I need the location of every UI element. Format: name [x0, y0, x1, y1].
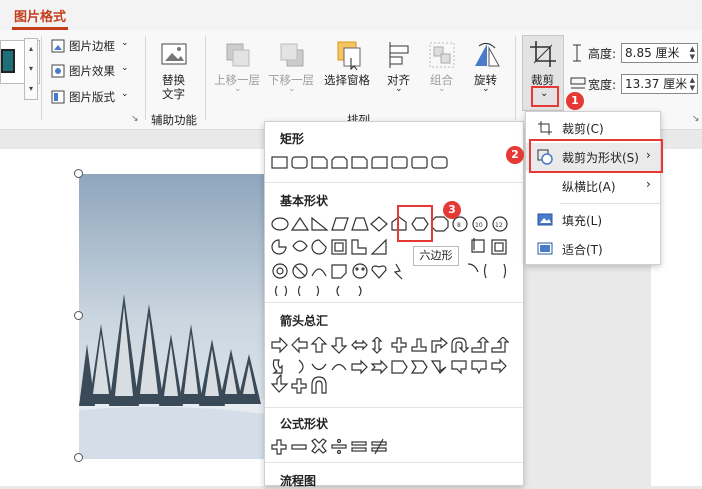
basic-shapes-grid[interactable]: 8 10 12 — [271, 216, 516, 296]
align-icon — [389, 42, 409, 68]
menu-item-fit[interactable]: 适合(T) — [526, 235, 660, 263]
group-separator — [515, 36, 516, 120]
selection-pane-label: 选择窗格 — [324, 73, 370, 87]
accessibility-group-label: 辅助功能 — [151, 113, 197, 127]
selected-picture[interactable] — [79, 174, 265, 459]
group-separator — [205, 36, 206, 120]
step-badge-2: 2 — [506, 146, 524, 164]
crop-dropdown-menu: 裁剪(C) 裁剪为形状(S) › 纵横比(A) › 填充(L) 适合(T) — [525, 111, 661, 265]
section-separator — [265, 182, 523, 183]
crop-icon — [530, 41, 556, 67]
fill-icon — [537, 213, 553, 226]
picture-effects-icon — [51, 64, 65, 78]
group-button[interactable]: 组合 ⌄ — [424, 38, 460, 104]
selection-pane-button[interactable]: 选择窗格 — [322, 38, 376, 104]
chevron-down-icon: ⌄ — [438, 84, 446, 94]
picture-layout-label: 图片版式 — [69, 90, 115, 104]
rotate-icon — [475, 42, 500, 67]
dialog-launcher-icon[interactable]: ↘ — [131, 114, 139, 124]
alt-text-label-line2: 文字 — [162, 87, 185, 101]
crop-to-shape-highlight — [529, 139, 663, 173]
section-rectangles: 矩形 — [280, 132, 305, 146]
chevron-down-icon: ⌄ — [482, 84, 490, 94]
group-icon — [429, 42, 455, 68]
ribbon-tab-bar: 图片格式 — [0, 0, 702, 30]
picture-border-icon — [51, 39, 65, 53]
section-block-arrows: 箭头总汇 — [280, 314, 329, 328]
svg-text:12: 12 — [495, 222, 503, 229]
section-separator — [265, 302, 523, 303]
dialog-launcher-icon[interactable]: ↘ — [692, 114, 700, 124]
section-equation-shapes: 公式形状 — [280, 417, 329, 431]
alt-text-button[interactable]: 替换 文字 — [155, 38, 195, 104]
bring-forward-button[interactable]: 上移一层 ⌄ — [212, 38, 264, 104]
resize-handle[interactable] — [74, 311, 83, 320]
svg-text:8: 8 — [457, 222, 461, 229]
snow-forest-image — [79, 174, 265, 459]
hexagon-shape-highlight[interactable] — [397, 205, 433, 242]
chevron-down-icon: ⌄ — [121, 38, 129, 48]
canvas-gap — [0, 130, 264, 149]
menu-item-aspect-ratio-label: 纵横比(A) — [562, 180, 616, 194]
chevron-right-icon: › — [646, 177, 651, 191]
send-backward-button[interactable]: 下移一层 ⌄ — [266, 38, 318, 104]
shape-tooltip: 六边形 — [413, 246, 459, 266]
chevron-down-icon: ⌄ — [288, 84, 296, 94]
picture-style-thumb — [1, 49, 15, 73]
crop-icon — [538, 121, 552, 135]
send-backward-icon — [280, 43, 304, 67]
menu-item-fit-label: 适合(T) — [562, 243, 603, 257]
step-badge-3: 3 — [443, 201, 461, 219]
height-spinner-icon[interactable]: ▲ ▼ — [690, 45, 695, 61]
svg-text:10: 10 — [475, 222, 483, 229]
picture-border-label: 图片边框 — [69, 39, 115, 53]
chevron-down-icon: ⌄ — [121, 89, 129, 99]
height-label: 高度: — [588, 47, 617, 61]
width-spinner-icon[interactable]: ▲ ▼ — [690, 76, 695, 92]
picture-layout-icon — [51, 90, 65, 104]
alt-text-icon — [161, 43, 187, 65]
rectangle-shapes-row[interactable] — [271, 155, 451, 171]
height-field[interactable]: 8.85 厘米 ▲ ▼ — [621, 43, 698, 63]
menu-item-fill[interactable]: 填充(L) — [526, 206, 660, 234]
tab-picture-format[interactable]: 图片格式 — [14, 6, 66, 25]
resize-handle[interactable] — [74, 169, 83, 178]
menu-item-fill-label: 填充(L) — [562, 214, 603, 228]
width-value: 13.37 厘米 — [625, 77, 688, 91]
rotate-button[interactable]: 旋转 ⌄ — [466, 38, 506, 104]
width-label: 宽度: — [588, 78, 617, 92]
crop-dropdown-chevron-icon[interactable]: ⌄ — [540, 88, 548, 99]
picture-border-button[interactable]: 图片边框 ⌄ — [48, 36, 138, 56]
section-separator — [265, 407, 523, 408]
menu-item-crop-label: 裁剪(C) — [562, 122, 604, 136]
fit-icon — [537, 242, 553, 255]
section-flowchart: 流程图 — [280, 474, 317, 488]
section-basic-shapes: 基本形状 — [280, 194, 329, 208]
arrow-shapes-grid[interactable] — [271, 337, 516, 399]
menu-item-crop[interactable]: 裁剪(C) — [526, 114, 660, 142]
width-field[interactable]: 13.37 厘米 ▲ ▼ — [621, 74, 698, 94]
width-icon — [570, 77, 586, 89]
height-value: 8.85 厘米 — [625, 46, 680, 60]
chevron-down-icon: ⌄ — [121, 63, 129, 73]
gallery-scroll[interactable]: ▴ ▾ ▾ — [24, 38, 38, 100]
bring-forward-icon — [226, 43, 250, 67]
equation-shapes-row[interactable] — [271, 438, 391, 456]
step-badge-1: 1 — [566, 92, 584, 110]
align-button[interactable]: 对齐 ⌄ — [380, 38, 418, 104]
picture-layout-button[interactable]: 图片版式 ⌄ — [48, 87, 138, 107]
chevron-down-icon: ⌄ — [395, 84, 403, 94]
menu-item-aspect-ratio[interactable]: 纵横比(A) › — [526, 172, 660, 200]
menu-separator — [560, 203, 660, 204]
height-icon — [573, 44, 581, 62]
chevron-down-icon: ⌄ — [234, 84, 242, 94]
picture-effects-button[interactable]: 图片效果 ⌄ — [48, 61, 138, 81]
resize-handle[interactable] — [74, 453, 83, 462]
group-separator — [145, 36, 146, 120]
selection-pane-icon — [337, 41, 361, 70]
shapes-gallery: 矩形 基本形状 8 10 12 箭头总汇 公式形状 流程图 — [264, 121, 524, 488]
section-separator — [265, 462, 523, 463]
picture-effects-label: 图片效果 — [69, 64, 115, 78]
group-separator — [41, 36, 42, 120]
